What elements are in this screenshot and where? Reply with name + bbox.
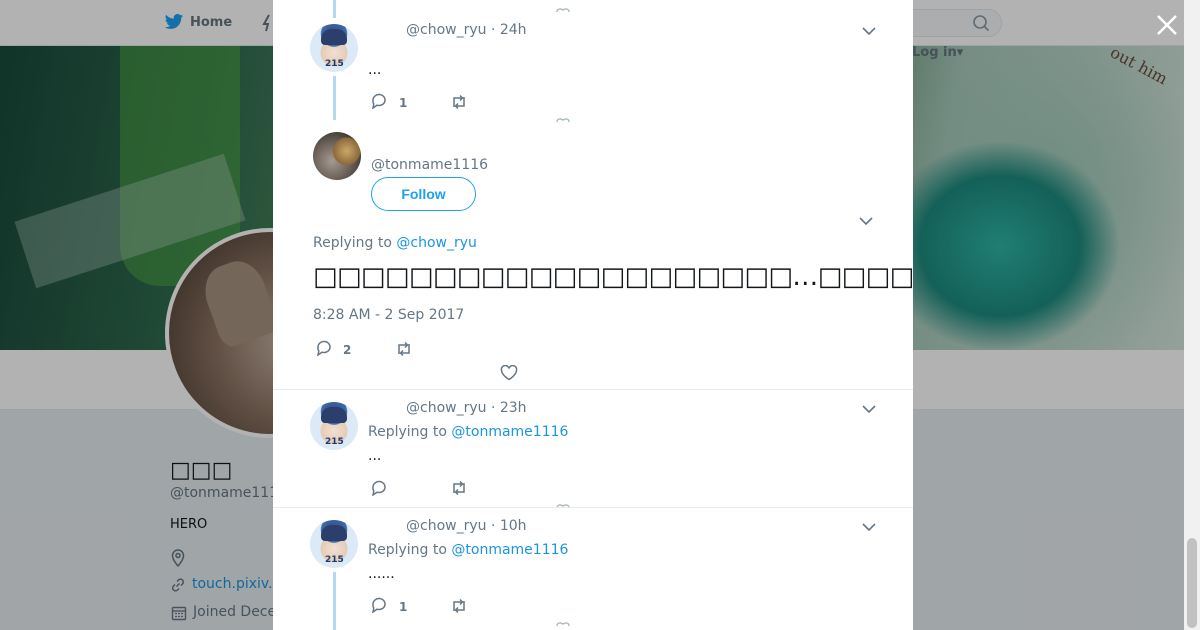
chevron-down-icon[interactable] bbox=[862, 404, 876, 414]
tweet-timestamp[interactable]: 8:28 AM - 2 Sep 2017 bbox=[313, 307, 464, 323]
thread-connector bbox=[333, 0, 336, 18]
retweet-icon[interactable] bbox=[450, 480, 468, 496]
reply-count: 1 bbox=[399, 600, 408, 614]
replying-to: Replying to @tonmame1116 bbox=[368, 542, 568, 558]
avatar[interactable] bbox=[310, 24, 358, 72]
retweet-icon[interactable] bbox=[450, 94, 468, 110]
reply-icon[interactable] bbox=[370, 597, 388, 613]
replying-to-prefix: Replying to bbox=[313, 235, 397, 251]
reply-icon[interactable] bbox=[370, 93, 388, 109]
tweet-handle-time[interactable]: @chow_ryu · 24h bbox=[406, 22, 527, 38]
like-icon bbox=[556, 118, 570, 123]
chevron-down-icon[interactable] bbox=[862, 26, 876, 36]
replying-to: Replying to @chow_ryu bbox=[313, 235, 477, 251]
reply-count: 2 bbox=[343, 343, 352, 357]
retweet-icon[interactable] bbox=[395, 341, 413, 357]
tweet-text: ... bbox=[368, 62, 382, 78]
replying-to-prefix: Replying to bbox=[368, 424, 452, 440]
tweet-handle-time[interactable]: @chow_ryu · 23h bbox=[406, 400, 527, 416]
reply-icon[interactable] bbox=[370, 480, 388, 496]
avatar[interactable] bbox=[313, 132, 361, 180]
like-icon bbox=[556, 622, 570, 627]
close-icon[interactable] bbox=[1154, 12, 1180, 38]
scrollbar-thumb[interactable] bbox=[1187, 538, 1197, 628]
replying-to-link[interactable]: @tonmame1116 bbox=[451, 424, 568, 440]
thread-connector bbox=[333, 76, 336, 120]
chevron-down-icon[interactable] bbox=[862, 522, 876, 532]
replying-to-prefix: Replying to bbox=[368, 542, 452, 558]
chevron-down-icon[interactable] bbox=[859, 216, 873, 226]
tweet-handle-time[interactable]: @chow_ryu · 10h bbox=[406, 518, 527, 534]
page-scrollbar[interactable] bbox=[1184, 0, 1200, 630]
like-icon[interactable] bbox=[500, 365, 518, 381]
like-icon bbox=[556, 504, 570, 509]
like-icon bbox=[556, 8, 570, 13]
divider bbox=[273, 389, 913, 390]
replying-to: Replying to @tonmame1116 bbox=[368, 424, 568, 440]
divider bbox=[273, 507, 913, 508]
tweet-text-large: □□□□□□□□□□□□□□□□□□□□…□□□□□□□□□□□□□□□□□□□… bbox=[313, 262, 913, 292]
reply-count: 1 bbox=[399, 96, 408, 110]
tweet-permalink-modal: @chow_ryu · 24h ... 1 @tonmame1116 Follo… bbox=[273, 0, 913, 630]
avatar[interactable] bbox=[310, 402, 358, 450]
reply-icon[interactable] bbox=[315, 340, 333, 356]
follow-button[interactable]: Follow bbox=[371, 177, 476, 211]
tweet-text: ... bbox=[368, 448, 382, 464]
replying-to-link[interactable]: @chow_ryu bbox=[396, 235, 477, 251]
replying-to-link[interactable]: @tonmame1116 bbox=[451, 542, 568, 558]
tweet-text: ...... bbox=[368, 566, 395, 582]
retweet-icon[interactable] bbox=[450, 598, 468, 614]
thread-connector bbox=[333, 572, 336, 630]
avatar[interactable] bbox=[310, 520, 358, 568]
tweet-author-handle[interactable]: @tonmame1116 bbox=[371, 157, 488, 173]
